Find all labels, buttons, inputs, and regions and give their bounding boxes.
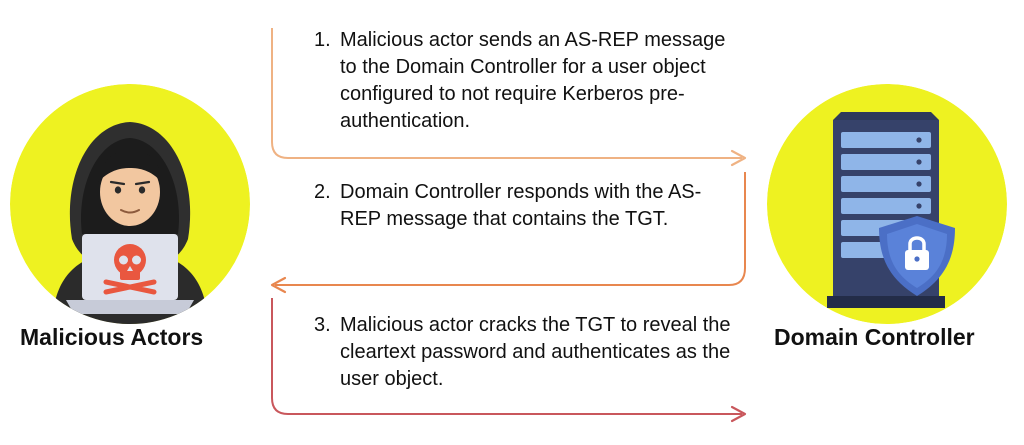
step-2-number: 2. [314,181,331,203]
step-2-text: Domain Controller responds with the AS-R… [340,181,702,230]
step-2: 2. Domain Controller responds with the A… [314,179,740,233]
step-3-text: Malicious actor cracks the TGT to reveal… [340,314,731,390]
step-1-number: 1. [314,29,331,51]
step-1-text: Malicious actor sends an AS-REP message … [340,29,726,132]
step-3-number: 3. [314,314,331,336]
step-1: 1. Malicious actor sends an AS-REP messa… [314,27,740,135]
step-3: 3. Malicious actor cracks the TGT to rev… [314,312,740,393]
